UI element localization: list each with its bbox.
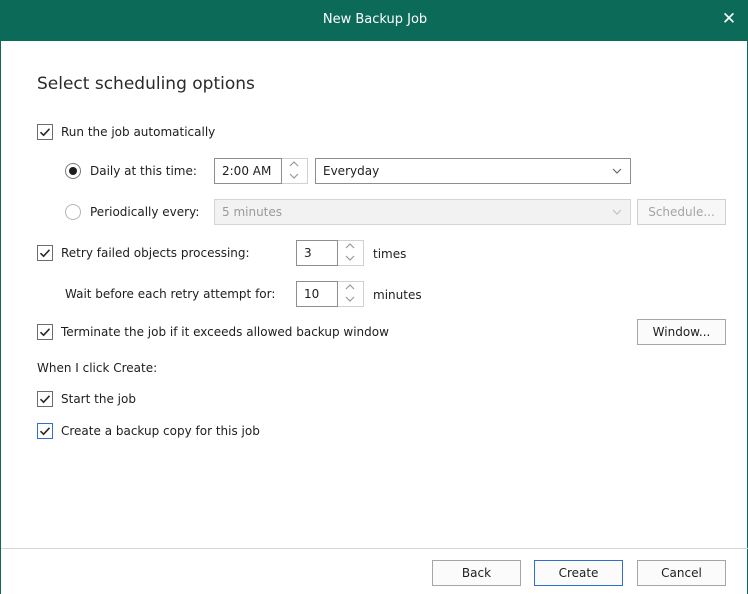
cancel-button[interactable]: Cancel bbox=[637, 560, 726, 586]
check-icon bbox=[39, 395, 51, 404]
check-icon bbox=[39, 128, 51, 137]
run-automatically-checkbox[interactable] bbox=[37, 124, 53, 140]
terminate-label: Terminate the job if it exceeds allowed … bbox=[61, 325, 389, 339]
backup-copy-label: Create a backup copy for this job bbox=[61, 424, 260, 438]
retry-checkbox[interactable] bbox=[37, 245, 53, 261]
create-button[interactable]: Create bbox=[534, 560, 623, 586]
periodic-interval-dropdown[interactable]: 5 minutes bbox=[214, 199, 631, 225]
daily-radio[interactable] bbox=[65, 163, 81, 179]
chevron-down-icon[interactable] bbox=[338, 294, 362, 306]
terminate-checkbox[interactable] bbox=[37, 324, 53, 340]
run-automatically-label: Run the job automatically bbox=[61, 125, 216, 139]
chevron-down-icon bbox=[612, 168, 622, 174]
title-bar: New Backup Job ✕ bbox=[1, 0, 748, 41]
chevron-up-icon[interactable] bbox=[282, 159, 306, 171]
retry-wait-value: 10 bbox=[304, 287, 320, 301]
retry-count-stepper[interactable] bbox=[338, 240, 364, 266]
close-icon[interactable]: ✕ bbox=[720, 10, 738, 28]
periodic-radio[interactable] bbox=[65, 204, 81, 220]
daily-time-stepper[interactable] bbox=[282, 158, 308, 184]
backup-copy-checkbox[interactable] bbox=[37, 423, 53, 439]
dialog-window: New Backup Job ✕ Select scheduling optio… bbox=[0, 0, 748, 594]
daily-frequency-dropdown[interactable]: Everyday bbox=[315, 158, 631, 184]
window-button[interactable]: Window... bbox=[637, 319, 726, 345]
back-button[interactable]: Back bbox=[432, 560, 521, 586]
daily-time-value: 2:00 AM bbox=[222, 164, 272, 178]
chevron-up-icon[interactable] bbox=[338, 241, 362, 253]
on-create-label: When I click Create: bbox=[37, 361, 158, 375]
start-job-checkbox[interactable] bbox=[37, 391, 53, 407]
retry-wait-input[interactable]: 10 bbox=[296, 281, 338, 307]
check-icon bbox=[39, 427, 51, 436]
chevron-down-icon[interactable] bbox=[338, 253, 362, 265]
daily-label: Daily at this time: bbox=[90, 164, 197, 178]
periodic-label: Periodically every: bbox=[90, 205, 200, 219]
check-icon bbox=[39, 249, 51, 258]
daily-time-input[interactable]: 2:00 AM bbox=[214, 158, 282, 184]
chevron-down-icon bbox=[612, 209, 622, 215]
retry-count-value: 3 bbox=[304, 246, 312, 260]
radio-selected-dot bbox=[69, 167, 77, 175]
check-icon bbox=[39, 328, 51, 337]
retry-wait-unit: minutes bbox=[373, 288, 422, 302]
chevron-down-icon[interactable] bbox=[282, 171, 306, 183]
retry-count-input[interactable]: 3 bbox=[296, 240, 338, 266]
footer-divider bbox=[1, 548, 748, 549]
retry-label: Retry failed objects processing: bbox=[61, 246, 250, 260]
retry-wait-label: Wait before each retry attempt for: bbox=[65, 287, 276, 301]
periodic-interval-value: 5 minutes bbox=[222, 205, 283, 219]
schedule-button[interactable]: Schedule... bbox=[637, 199, 726, 225]
retry-count-unit: times bbox=[373, 247, 407, 261]
daily-frequency-value: Everyday bbox=[323, 164, 380, 178]
window-title: New Backup Job bbox=[322, 12, 428, 27]
start-job-label: Start the job bbox=[61, 392, 136, 406]
page-title: Select scheduling options bbox=[37, 74, 255, 94]
chevron-up-icon[interactable] bbox=[338, 282, 362, 294]
retry-wait-stepper[interactable] bbox=[338, 281, 364, 307]
